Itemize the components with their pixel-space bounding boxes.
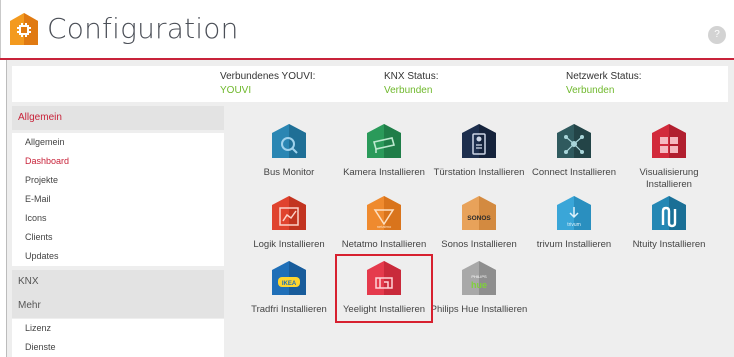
status-network-label: Netzwerk Status: <box>566 71 642 82</box>
sidebar-item-email[interactable]: E-Mail <box>12 190 224 209</box>
status-network-value: Verbunden <box>566 85 615 96</box>
logic-icon <box>272 196 306 230</box>
sidebar-list-allgemein: Allgemein Dashboard Projekte E-Mail Icon… <box>12 133 224 266</box>
tile-label: Logik Installieren <box>253 239 325 250</box>
tile-label: Ntuity Installieren <box>632 239 706 250</box>
status-knx: KNX Status: Verbunden <box>384 70 438 98</box>
sidebar-item-updates[interactable]: Updates <box>12 247 224 266</box>
ikea-icon: IKEA <box>272 261 306 295</box>
svg-text:SONOS: SONOS <box>467 215 491 222</box>
tile-label: Sonos Installieren <box>441 239 517 250</box>
sidebar: Allgemein Allgemein Dashboard Projekte E… <box>12 106 224 357</box>
status-bar: Verbundenes YOUVI: YOUVI KNX Status: Ver… <box>12 66 728 102</box>
svg-text:trivum: trivum <box>567 222 581 228</box>
tile-label: trivum Installieren <box>536 239 612 250</box>
tile-label: Connect Installieren <box>532 167 616 178</box>
svg-text:IKEA: IKEA <box>282 281 297 287</box>
ntuity-icon <box>652 196 686 230</box>
sidebar-item-dienste[interactable]: Dienste <box>12 338 224 357</box>
help-icon[interactable]: ? <box>708 26 726 44</box>
tile-tradfri[interactable]: IKEA Tradfri Installieren <box>239 260 339 316</box>
page-title: Configuration <box>47 12 239 45</box>
tile-kamera[interactable]: Kamera Installieren <box>334 123 434 179</box>
tile-connect[interactable]: Connect Installieren <box>524 123 624 179</box>
sidebar-item-lizenz[interactable]: Lizenz <box>12 319 224 338</box>
sidebar-item-dashboard[interactable]: Dashboard <box>12 152 224 171</box>
tile-sonos[interactable]: SONOS Sonos Installieren <box>429 195 529 251</box>
sidebar-section-mehr[interactable]: Mehr <box>12 294 224 318</box>
tile-label: Tradfri Installieren <box>251 304 327 315</box>
sidebar-item-allgemein[interactable]: Allgemein <box>12 133 224 152</box>
tile-label: Türstation Installieren <box>433 167 525 178</box>
svg-text:PHILIPS: PHILIPS <box>471 274 487 279</box>
tile-label: Bus Monitor <box>263 167 315 178</box>
svg-text:hue: hue <box>471 280 487 290</box>
connect-icon <box>557 124 591 158</box>
status-youvi: Verbundenes YOUVI: YOUVI <box>220 70 315 98</box>
status-knx-label: KNX Status: <box>384 71 439 82</box>
tile-netatmo[interactable]: netatmo Netatmo Installieren <box>334 195 434 251</box>
tile-bus-monitor[interactable]: Bus Monitor <box>239 123 339 179</box>
status-knx-value: Verbunden <box>384 85 433 96</box>
philips-hue-icon: PHILIPS hue <box>462 261 496 295</box>
selection-highlight <box>335 254 433 323</box>
status-youvi-label: Verbundenes YOUVI: <box>220 71 316 82</box>
sidebar-item-projekte[interactable]: Projekte <box>12 171 224 190</box>
sidebar-section-knx[interactable]: KNX <box>12 270 224 294</box>
tile-logik[interactable]: Logik Installieren <box>239 195 339 251</box>
sonos-icon: SONOS <box>462 196 496 230</box>
tile-philips-hue[interactable]: PHILIPS hue Philips Hue Installieren <box>429 260 529 316</box>
door-station-icon <box>462 124 496 158</box>
sidebar-section-allgemein[interactable]: Allgemein <box>12 106 224 130</box>
status-network: Netzwerk Status: Verbunden <box>566 70 642 98</box>
tile-label: Netatmo Installieren <box>341 239 427 250</box>
svg-text:netatmo: netatmo <box>377 224 392 229</box>
trivum-icon: trivum <box>557 196 591 230</box>
tile-visualisierung[interactable]: Visualisierung Installieren <box>619 123 719 191</box>
sidebar-item-icons[interactable]: Icons <box>12 209 224 228</box>
tile-ntuity[interactable]: Ntuity Installieren <box>619 195 719 251</box>
bus-monitor-icon <box>272 124 306 158</box>
sidebar-list-mehr: Lizenz Dienste <box>12 319 224 357</box>
app-header: Configuration ? <box>0 0 734 58</box>
camera-icon <box>367 124 401 158</box>
tile-trivum[interactable]: trivum trivum Installieren <box>524 195 624 251</box>
status-youvi-value: YOUVI <box>220 85 252 96</box>
visualization-icon <box>652 124 686 158</box>
tile-label: Visualisierung Installieren <box>639 167 699 190</box>
tile-label: Philips Hue Installieren <box>430 304 528 315</box>
app-logo-icon <box>10 13 38 45</box>
tile-tuerstation[interactable]: Türstation Installieren <box>429 123 529 179</box>
netatmo-icon: netatmo <box>367 196 401 230</box>
sidebar-item-clients[interactable]: Clients <box>12 228 224 247</box>
tile-label: Kamera Installieren <box>343 167 425 178</box>
